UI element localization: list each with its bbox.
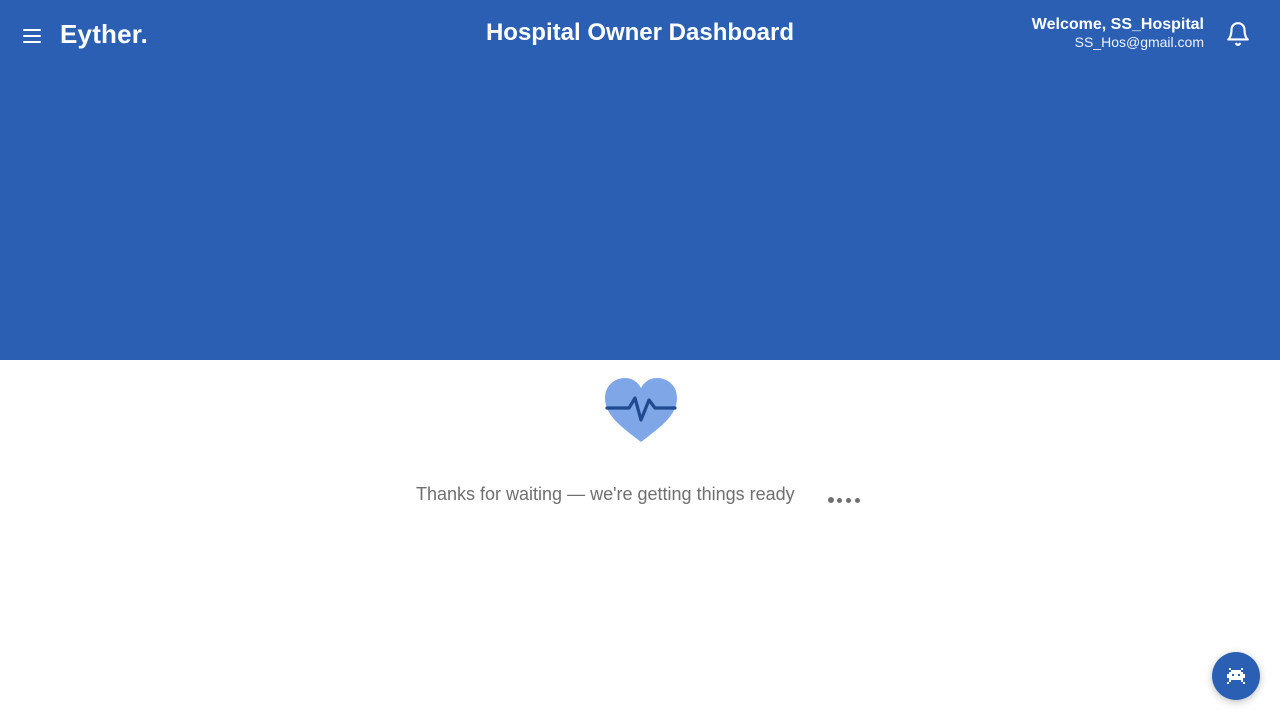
heartbeat-icon [605,378,677,442]
loading-dot [846,498,851,503]
loading-dot [828,497,834,503]
user-info: Welcome, SS_Hospital SS_Hos@gmail.com [1032,15,1204,51]
loading-dot [837,498,842,503]
user-email: SS_Hos@gmail.com [1074,34,1204,50]
assistant-button[interactable] [1212,652,1260,700]
loading-message: Thanks for waiting — we're getting thing… [416,484,795,504]
bot-icon [1227,668,1245,684]
top-bar: Eyther. Hospital Owner Dashboard Welcome… [0,0,1280,70]
user-welcome-text: Welcome, SS_Hospital [1031,16,1204,33]
loading-dot [855,498,860,503]
bell-icon[interactable] [1225,21,1251,47]
